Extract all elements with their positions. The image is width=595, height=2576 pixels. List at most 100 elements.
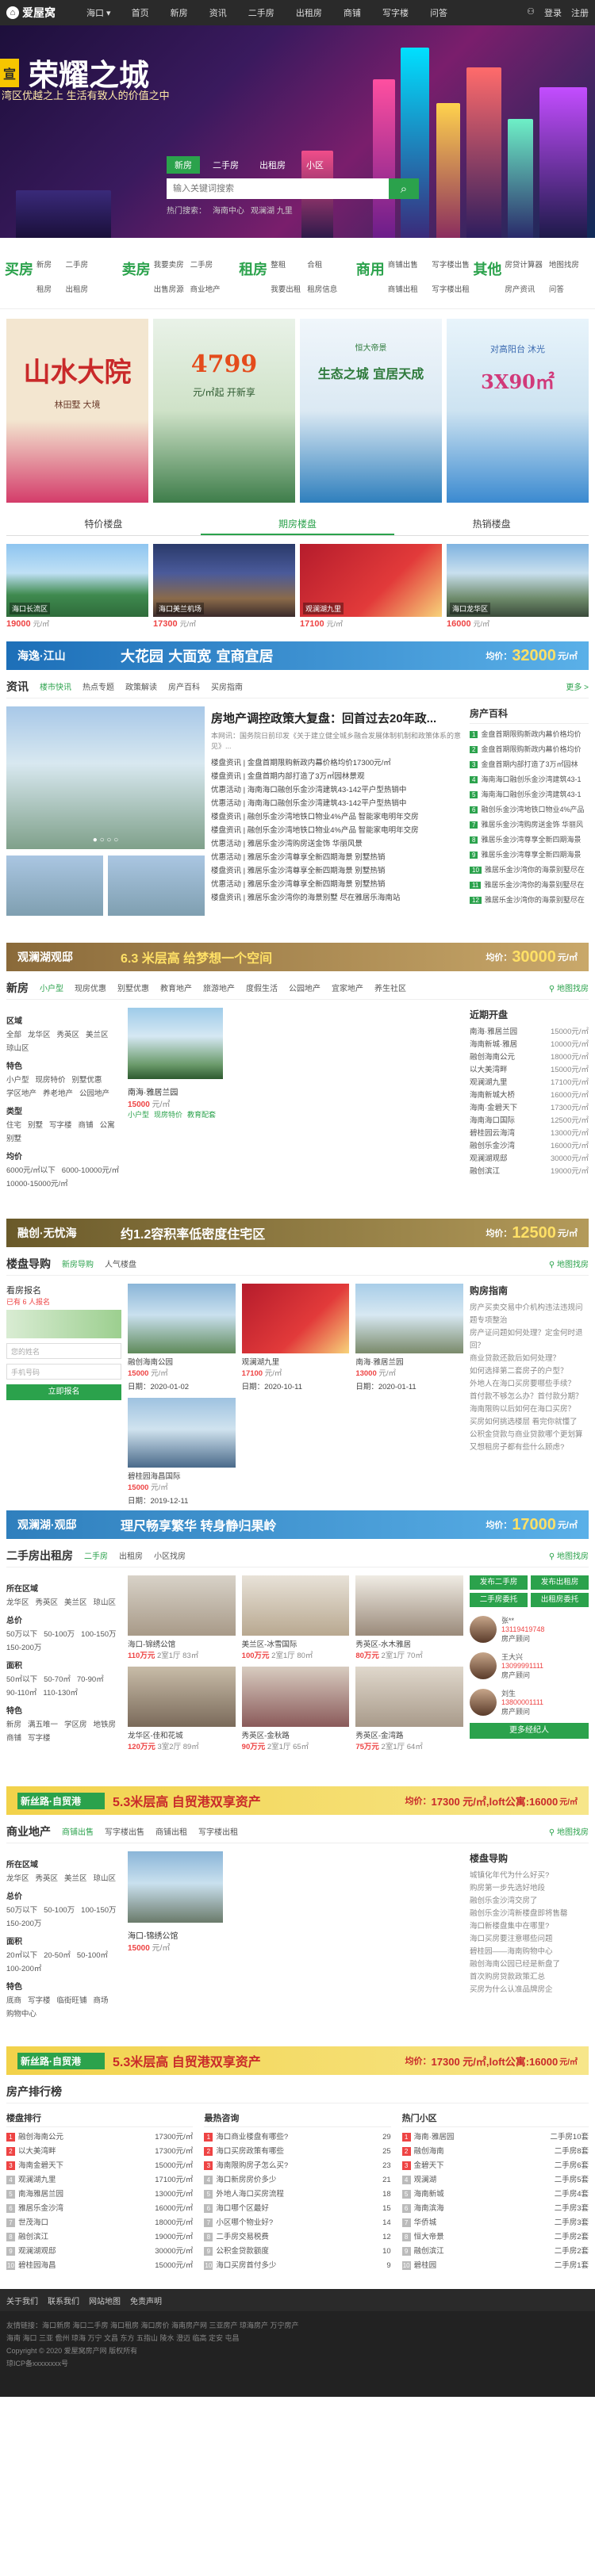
footer-link[interactable]: 免责声明 <box>130 2295 162 2306</box>
ad-card[interactable]: 山水大院 林田墅 大境 <box>6 319 148 503</box>
ad-card[interactable]: 生态之城 宜居天成 恒大帝景 <box>300 319 442 503</box>
search-tab-community[interactable]: 小区 <box>298 156 332 174</box>
newhouse-tab[interactable]: 教育地产 <box>160 982 192 993</box>
ranking-row[interactable]: 5 南海雅居兰园 13000元/㎡ <box>6 2187 193 2202</box>
category-link[interactable]: 整租 <box>271 258 301 278</box>
rent-tab[interactable]: 出租房 <box>119 1549 143 1561</box>
filter-option[interactable]: 商场 <box>94 1994 109 2005</box>
promo-banner[interactable]: 融创·无忧海 约1.2容积率低密度住宅区 均价： 12500 元/㎡ <box>6 1219 589 1247</box>
nav-qa[interactable]: 问答 <box>430 9 447 18</box>
category-link[interactable]: 租房 <box>36 283 60 303</box>
property-card[interactable]: 海口长流区 19000 元/㎡ <box>6 544 148 629</box>
newhouse-tab[interactable]: 旅游地产 <box>203 982 235 993</box>
guide-link[interactable]: 房产证问题如何处理？定金何时退回？ <box>470 1327 589 1353</box>
opening-row[interactable]: 以大美湾畔 15000元/㎡ <box>470 1064 589 1077</box>
hot-link[interactable]: 观澜湖 九里 <box>251 204 293 216</box>
ranking-row[interactable]: 4 观澜湖九里 17100元/㎡ <box>6 2173 193 2187</box>
filter-option[interactable]: 龙华区 <box>28 1028 51 1039</box>
more-link[interactable]: 更多 > <box>566 680 589 692</box>
carousel-dots[interactable]: ● ○ ○ ○ <box>6 836 205 844</box>
news-item[interactable]: 楼盘资讯 | 融创乐金沙湾地铁口物业4%产品 智能家电明年交房 <box>211 810 463 824</box>
name-field[interactable]: 您的姓名 <box>6 1343 121 1359</box>
ranking-row[interactable]: 2 海口买房政策有哪些 25 <box>204 2145 391 2159</box>
ranking-row[interactable]: 3 金碧天下 二手房6套 <box>401 2159 589 2173</box>
promo-banner[interactable]: 观澜湖·观邸 理尺畅享繁华 转身静归果岭 均价： 17000 元/㎡ <box>6 1510 589 1539</box>
newhouse-tab[interactable]: 现房优惠 <box>75 982 106 993</box>
sidebar-news-item[interactable]: 2 金盘首期限购新政内幕价格均价 <box>470 742 589 757</box>
sidebar-news-item[interactable]: 4 海南海口融创乐金沙湾建筑43-1 <box>470 772 589 787</box>
filter-option[interactable]: 秀英区 <box>36 1596 59 1607</box>
filter-option[interactable]: 150-200万 <box>6 1641 41 1652</box>
news-tab[interactable]: 买房指南 <box>211 680 243 692</box>
guide-link[interactable]: 首付款不够怎么办？首付款分期？ <box>470 1391 589 1403</box>
sidebar-news-item[interactable]: 12 雅居乐金沙湾你的海景别墅尽在 <box>470 893 589 908</box>
category-title[interactable]: 商用 <box>356 244 388 302</box>
agent-card[interactable]: 张** 13119419748 房产顾问 <box>470 1615 589 1644</box>
ranking-row[interactable]: 9 融创滨江 二手房2套 <box>401 2245 589 2259</box>
news-item[interactable]: 优惠活动 | 雅居乐金沙湾尊享全新四期海景 别墅热销 <box>211 878 463 891</box>
filter-option[interactable]: 50万以下 <box>6 1904 37 1915</box>
rent-entrust-button[interactable]: 出租房委托 <box>531 1593 589 1607</box>
listing-item[interactable]: 美兰区-冰雪国际 100万元 2室1厅 80㎡ <box>241 1575 350 1660</box>
guide-tab[interactable]: 新房导购 <box>62 1257 94 1269</box>
category-title[interactable]: 买房 <box>5 244 36 302</box>
promo-banner[interactable]: 观澜湖观邸 6.3 米层高 给梦想一个空间 均价： 30000 元/㎡ <box>6 943 589 971</box>
footer-link[interactable]: 联系我们 <box>48 2295 79 2306</box>
filter-option[interactable]: 秀英区 <box>57 1028 80 1039</box>
opening-row[interactable]: 融创乐金沙湾 16000元/㎡ <box>470 1140 589 1153</box>
footer-link[interactable]: 网站地图 <box>89 2295 121 2306</box>
filter-option[interactable]: 学区地产 <box>6 1087 36 1098</box>
ranking-row[interactable]: 3 海南限购房子怎么买? 23 <box>204 2159 391 2173</box>
guide-link[interactable]: 海口新楼盘集中在哪里? <box>470 1920 589 1933</box>
filter-option[interactable]: 住宅 <box>6 1119 21 1130</box>
sidebar-news-item[interactable]: 10 雅居乐金沙湾你的海景别墅尽在 <box>470 863 589 878</box>
sidebar-news-item[interactable]: 7 雅居乐金沙湾购房送金饰 华丽风 <box>470 817 589 833</box>
newhouse-tab[interactable]: 公园地产 <box>289 982 321 993</box>
filter-option[interactable]: 商铺 <box>6 1732 21 1743</box>
ranking-row[interactable]: 6 海口哪个区最好 15 <box>204 2202 391 2216</box>
opening-row[interactable]: 海南新城·雅居 10000元/㎡ <box>470 1039 589 1051</box>
guide-link[interactable]: 海南限购以后如何在海口买房？ <box>470 1403 589 1416</box>
sidebar-news-item[interactable]: 3 金盘首期内部打造了3万㎡园林 <box>470 757 589 772</box>
filter-option[interactable]: 50-100万 <box>44 1628 75 1639</box>
ranking-row[interactable]: 1 融创海南公元 17300元/㎡ <box>6 2130 193 2145</box>
news-item[interactable]: 楼盘资讯 | 融创乐金沙湾地铁口物业4%产品 智能家电明年交房 <box>211 824 463 837</box>
category-link[interactable]: 出租房 <box>66 283 89 303</box>
rent-tab[interactable]: 二手房 <box>84 1549 108 1561</box>
category-link[interactable]: 二手房 <box>66 258 89 278</box>
guide-link[interactable]: 商业贷款还款后如何处理？ <box>470 1353 589 1365</box>
map-search-link[interactable]: ⚲ 地图找房 <box>549 1549 589 1561</box>
filter-option[interactable]: 新房 <box>6 1718 21 1729</box>
newhouse-tab[interactable]: 小户型 <box>40 982 63 993</box>
guide-link[interactable]: 城镇化年代为什么好买? <box>470 1870 589 1882</box>
tab-special[interactable]: 特价楼盘 <box>6 512 201 535</box>
login-link[interactable]: 登录 <box>544 6 562 19</box>
opening-row[interactable]: 海南·金碧天下 17300元/㎡ <box>470 1102 589 1115</box>
property-card[interactable]: 海口美兰机场 17300 元/㎡ <box>153 544 295 629</box>
opening-row[interactable]: 海南新城大桥 16000元/㎡ <box>470 1089 589 1102</box>
filter-option[interactable]: 全部 <box>6 1028 21 1039</box>
filter-option[interactable]: 琼山区 <box>94 1872 117 1883</box>
ranking-row[interactable]: 10 海口买房首付多少 9 <box>204 2259 391 2273</box>
filter-option[interactable]: 90-110㎡ <box>6 1686 36 1698</box>
filter-option[interactable]: 学区房 <box>64 1718 87 1729</box>
filter-option[interactable]: 100-150万 <box>81 1628 116 1639</box>
guide-link[interactable]: 公积金贷款与商业贷款哪个更划算 <box>470 1429 589 1441</box>
register-link[interactable]: 注册 <box>571 6 589 19</box>
post-rent-button[interactable]: 发布出租房 <box>531 1575 589 1590</box>
map-search-link[interactable]: ⚲ 地图找房 <box>549 1257 589 1269</box>
ranking-row[interactable]: 7 华侨城 二手房3套 <box>401 2216 589 2230</box>
filter-option[interactable]: 50-100㎡ <box>77 1949 108 1960</box>
ranking-row[interactable]: 2 融创海南 二手房8套 <box>401 2145 589 2159</box>
news-headline[interactable]: 房地产调控政策大复盘：回首过去20年政... <box>211 710 463 726</box>
guide-link[interactable]: 购房第一步先选好地段 <box>470 1882 589 1895</box>
ranking-row[interactable]: 5 海南新城 二手房4套 <box>401 2187 589 2202</box>
news-item[interactable]: 优惠活动 | 海南海口融创乐金沙湾建筑43-142平户型热销中 <box>211 783 463 797</box>
filter-option[interactable]: 20㎡以下 <box>6 1949 37 1960</box>
guide-link[interactable]: 如何选择第二套房子的户型？ <box>470 1365 589 1378</box>
site-logo[interactable]: ⌂ 爱屋窝 <box>6 5 82 21</box>
nav-rent[interactable]: 出租房 <box>296 9 322 18</box>
guide-link[interactable]: 房产买卖交易中介机构违法违规问题专项整治 <box>470 1302 589 1327</box>
filter-option[interactable]: 50-70㎡ <box>44 1673 71 1684</box>
ranking-row[interactable]: 10 碧桂园海昌 15000元/㎡ <box>6 2259 193 2273</box>
